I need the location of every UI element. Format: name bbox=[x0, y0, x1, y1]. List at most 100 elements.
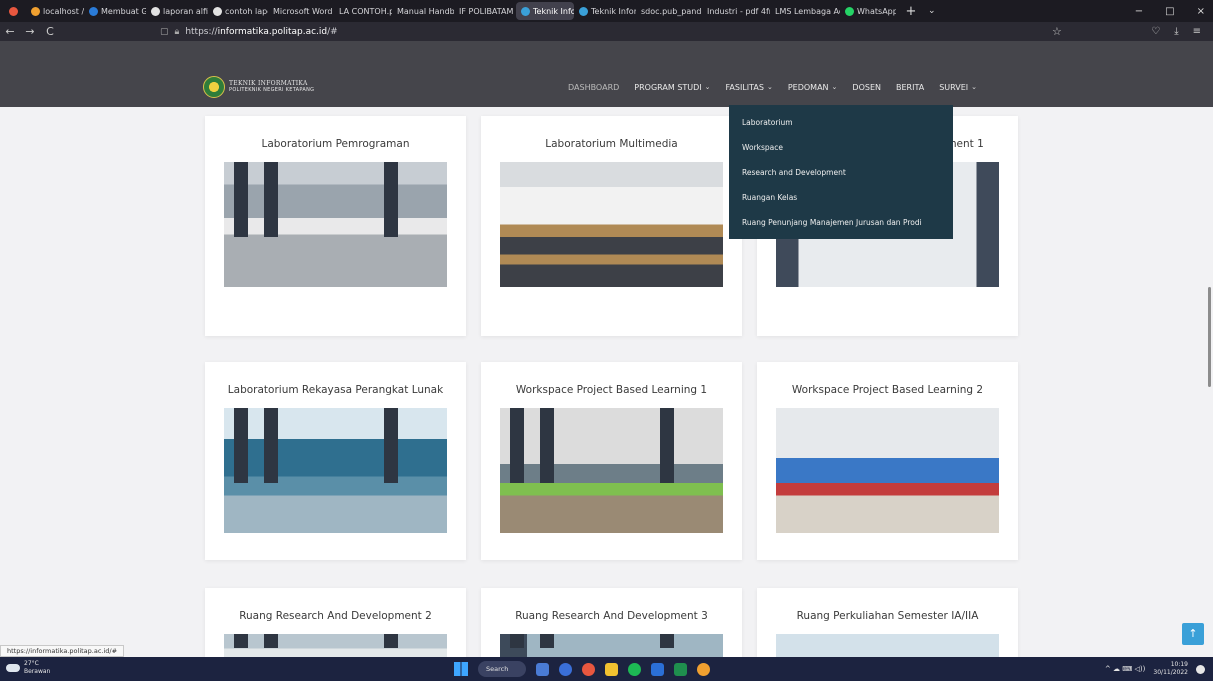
chevron-down-icon: ⌄ bbox=[831, 83, 838, 91]
pocket-icon[interactable]: ♡ bbox=[1151, 26, 1160, 37]
facility-photo[interactable] bbox=[224, 162, 447, 287]
tray-icons[interactable]: ^ ☁ ⌨ ◁)) bbox=[1105, 665, 1146, 673]
excel-icon[interactable] bbox=[674, 662, 687, 676]
facility-photo[interactable] bbox=[776, 408, 999, 533]
scroll-to-top-button[interactable]: ↑ bbox=[1182, 623, 1204, 645]
facility-photo[interactable] bbox=[500, 408, 723, 533]
window-shape bbox=[234, 408, 248, 483]
browser-tab[interactable]: LMS Lembaga Ad bbox=[770, 2, 840, 20]
facility-photo[interactable] bbox=[224, 634, 447, 658]
window-shape bbox=[510, 408, 524, 483]
browser-tab[interactable]: laporan alfiy bbox=[146, 2, 208, 20]
facility-card[interactable]: Laboratorium Multimedia bbox=[481, 116, 742, 336]
facility-photo[interactable] bbox=[224, 408, 447, 533]
browser-tab[interactable]: Industri - pdf 4fr bbox=[702, 2, 770, 20]
forward-button[interactable]: → bbox=[20, 25, 40, 38]
tab-list-button[interactable]: ⌄ bbox=[928, 6, 936, 16]
close-window-button[interactable]: × bbox=[1197, 6, 1205, 17]
browser-tab[interactable]: Teknik Inform bbox=[574, 2, 636, 20]
menu-item-fasilitas[interactable]: Fasilitas ⌄ bbox=[726, 83, 773, 92]
folder-icon[interactable] bbox=[605, 662, 618, 676]
weather-widget[interactable]: 27°C Berawan bbox=[6, 660, 50, 676]
file-explorer-icon[interactable] bbox=[536, 662, 549, 676]
window-shape bbox=[540, 408, 554, 483]
tab-label: IF POLIBATAM bbox=[459, 6, 514, 16]
window-shape bbox=[384, 162, 398, 237]
address-bar[interactable]: ▢ 🔒︎ https://informatika.politap.ac.id/# bbox=[160, 23, 1040, 40]
browser-tab[interactable]: Teknik Info× bbox=[516, 2, 574, 20]
minimize-button[interactable]: − bbox=[1135, 6, 1143, 17]
browser-tab[interactable]: Membuat Gr bbox=[84, 2, 146, 20]
menu-item-survei[interactable]: Survei ⌄ bbox=[939, 83, 977, 92]
dropdown-item[interactable]: Laboratorium bbox=[729, 110, 953, 135]
word-icon[interactable] bbox=[651, 662, 664, 676]
menu-item-dashboard[interactable]: Dashboard bbox=[568, 83, 619, 92]
facility-card[interactable]: Ruang Perkuliahan Semester IA/IIA bbox=[757, 588, 1018, 658]
tab-label: Teknik Inform bbox=[591, 6, 636, 16]
browser-tab[interactable]: Manual Handbo bbox=[392, 2, 454, 20]
menu-icon[interactable]: ≡ bbox=[1193, 26, 1201, 37]
lock-icon[interactable]: 🔒︎ bbox=[175, 27, 180, 37]
facility-card-title: Ruang Perkuliahan Semester IA/IIA bbox=[796, 610, 979, 622]
browser-tab[interactable]: LA CONTOH.pdf bbox=[334, 2, 392, 20]
tab-label: sdoc.pub_pandu bbox=[641, 6, 702, 16]
page-scrollbar[interactable] bbox=[1208, 287, 1211, 387]
download-icon[interactable]: ⤓ bbox=[1174, 26, 1178, 37]
windows-taskbar: 27°C Berawan Search ^ ☁ ⌨ ◁)) 10:19 30/1… bbox=[0, 657, 1213, 681]
url-text[interactable]: https://informatika.politap.ac.id/# bbox=[185, 27, 337, 37]
windows-start-icon[interactable] bbox=[454, 662, 468, 676]
browser-tab[interactable]: Microsoft Word bbox=[268, 2, 334, 20]
facility-card[interactable]: Workspace Project Based Learning 1 bbox=[481, 362, 742, 560]
facility-card-title: Laboratorium Pemrograman bbox=[261, 138, 410, 150]
browser-tab[interactable]: IF POLIBATAM bbox=[454, 2, 516, 20]
facility-card[interactable]: Ruang Research And Development 2 bbox=[205, 588, 466, 658]
tab-label: Teknik Info bbox=[533, 6, 574, 16]
menu-item-dosen[interactable]: Dosen bbox=[852, 83, 881, 92]
facility-card-title: Laboratorium Multimedia bbox=[545, 138, 678, 150]
dropdown-item[interactable]: Ruangan Kelas bbox=[729, 185, 953, 210]
browser-tab[interactable]: sdoc.pub_pandu bbox=[636, 2, 702, 20]
edge-icon[interactable] bbox=[559, 662, 572, 676]
browser-tab[interactable]: WhatsApp bbox=[840, 2, 896, 20]
menu-item-program-studi[interactable]: Program Studi ⌄ bbox=[634, 83, 710, 92]
menu-item-label: Survei bbox=[939, 82, 969, 92]
window-shape bbox=[234, 162, 248, 237]
dropdown-item[interactable]: Workspace bbox=[729, 135, 953, 160]
dropdown-item[interactable]: Research and Development bbox=[729, 160, 953, 185]
browser-tab[interactable] bbox=[4, 2, 26, 20]
dropdown-item[interactable]: Ruang Penunjang Manajemen Jurusan dan Pr… bbox=[729, 210, 953, 235]
facility-card[interactable]: Laboratorium Pemrograman bbox=[205, 116, 466, 336]
browser-tab[interactable]: contoh lapo bbox=[208, 2, 268, 20]
main-menu: Dashboard Program Studi ⌄ Fasilitas ⌄ Pedoman… bbox=[568, 77, 977, 97]
clock[interactable]: 10:19 30/11/2022 bbox=[1153, 661, 1188, 677]
maximize-button[interactable]: □ bbox=[1165, 6, 1174, 17]
tab-favicon-icon bbox=[89, 6, 98, 16]
menu-item-pedoman[interactable]: Pedoman ⌄ bbox=[788, 83, 838, 92]
facility-card[interactable]: Ruang Research And Development 3 bbox=[481, 588, 742, 658]
tab-label: laporan alfiy bbox=[163, 6, 208, 16]
facility-photo[interactable] bbox=[500, 162, 723, 287]
tab-label: Membuat Gr bbox=[101, 6, 146, 16]
bookmark-star-icon[interactable]: ☆ bbox=[1052, 22, 1062, 41]
back-button[interactable]: ← bbox=[0, 25, 20, 38]
facility-card[interactable]: Workspace Project Based Learning 2 bbox=[757, 362, 1018, 560]
spotify-icon[interactable] bbox=[628, 662, 641, 676]
reload-button[interactable]: C bbox=[40, 25, 60, 38]
facility-photo[interactable] bbox=[500, 634, 723, 658]
menu-item-berita[interactable]: Berita bbox=[896, 83, 924, 92]
browser-tab[interactable]: localhost / lo bbox=[26, 2, 84, 20]
tab-label: Industri - pdf 4fr bbox=[707, 6, 770, 16]
window-shape bbox=[384, 634, 398, 649]
tab-favicon-icon bbox=[213, 6, 222, 16]
shield-icon[interactable]: ▢ bbox=[160, 27, 169, 37]
facility-photo[interactable] bbox=[776, 634, 999, 658]
firefox-icon[interactable] bbox=[582, 662, 595, 676]
notification-icon[interactable] bbox=[1196, 664, 1205, 674]
chevron-down-icon: ⌄ bbox=[766, 83, 773, 91]
taskbar-search[interactable]: Search bbox=[478, 661, 526, 677]
facility-card[interactable]: Laboratorium Rekayasa Perangkat Lunak bbox=[205, 362, 466, 560]
menu-item-label: Fasilitas bbox=[725, 82, 764, 92]
chrome-icon[interactable] bbox=[697, 662, 710, 676]
site-logo[interactable]: TEKNIK INFORMATIKA POLITEKNIK NEGERI KET… bbox=[203, 76, 314, 98]
new-tab-button[interactable]: + bbox=[904, 4, 918, 19]
